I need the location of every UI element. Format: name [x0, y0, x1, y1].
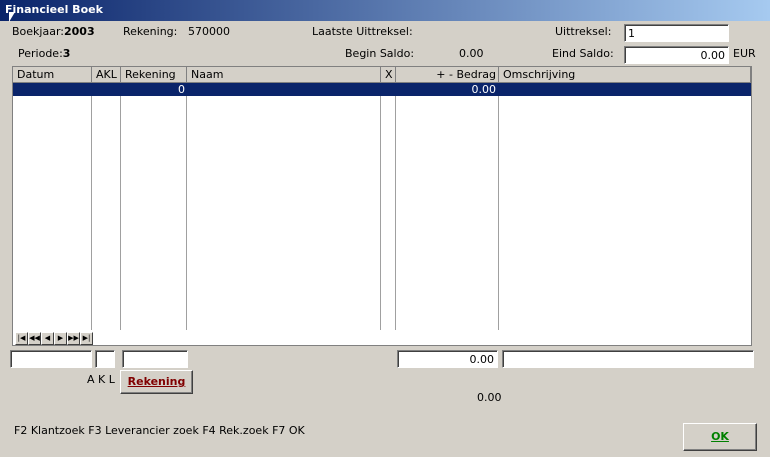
column-header-omschrijving[interactable]: Omschrijving [499, 67, 751, 83]
column-x [381, 83, 396, 330]
boekjaar-row: Boekjaar:2003 [12, 25, 95, 38]
akl-label: A K L [87, 373, 115, 386]
begin-saldo-label: Begin Saldo: [345, 47, 415, 60]
column-header-bedrag[interactable]: + - Bedrag [396, 67, 499, 83]
column-header-x[interactable]: X [381, 67, 396, 83]
rekening-text[interactable] [123, 351, 187, 367]
begin-saldo-value: 0.00 [459, 47, 484, 60]
omschrijving-input[interactable] [502, 350, 754, 368]
rekening-label: Rekening: [123, 25, 178, 38]
boekjaar-value: 2003 [64, 25, 95, 38]
row-bedrag: 0.00 [471, 83, 497, 96]
column-header-rekening[interactable]: Rekening [121, 67, 187, 83]
periode-value: 3 [62, 47, 71, 60]
uittreksel-input[interactable] [625, 25, 728, 41]
akl-text[interactable] [96, 351, 114, 367]
eind-saldo-input[interactable] [625, 47, 728, 63]
datum-text[interactable] [11, 351, 91, 367]
bedrag-text[interactable] [398, 351, 497, 367]
rekening-value: 570000 [188, 25, 230, 38]
table-row[interactable]: 0 0.00 [13, 83, 751, 96]
column-header-datum[interactable]: Datum [13, 67, 92, 83]
column-naam [187, 83, 381, 330]
datum-input[interactable] [10, 350, 92, 368]
omschrijving-text[interactable] [503, 351, 753, 367]
cursor-icon [9, 12, 15, 22]
window-title: Financieel Boek [5, 3, 103, 16]
bedrag-input[interactable] [397, 350, 498, 368]
last-record-button[interactable]: ▶| [80, 332, 93, 345]
column-datum [13, 83, 92, 330]
prev-page-button[interactable]: ◀◀ [28, 332, 41, 345]
title-bar[interactable] [0, 0, 770, 21]
next-record-button[interactable]: ▶ [54, 332, 67, 345]
rekening-input[interactable] [122, 350, 188, 368]
row-rekening: 0 [178, 83, 185, 96]
column-header-akl[interactable]: AKL [92, 67, 121, 83]
first-record-button[interactable]: |◀ [15, 332, 28, 345]
transactions-grid[interactable]: Datum AKL Rekening Naam X + - Bedrag Oms… [12, 66, 752, 346]
prev-record-button[interactable]: ◀ [41, 332, 54, 345]
eind-saldo-label: Eind Saldo: [552, 47, 614, 60]
uittreksel-field[interactable] [624, 24, 729, 42]
column-rekening [121, 83, 187, 330]
akl-input[interactable] [95, 350, 115, 368]
boekjaar-label: Boekjaar: [12, 25, 64, 38]
periode-label: Periode: [18, 47, 63, 60]
eind-saldo-field[interactable] [624, 46, 729, 64]
laatste-uittreksel-label: Laatste Uittreksel: [312, 25, 413, 38]
record-navigator: |◀ ◀◀ ◀ ▶ ▶▶ ▶| [15, 332, 93, 345]
total-value: 0.00 [477, 391, 502, 404]
ok-button[interactable]: OK [683, 423, 757, 451]
periode-row: Periode:3 [18, 47, 70, 60]
column-akl [92, 83, 121, 330]
uittreksel-label: Uittreksel: [555, 25, 612, 38]
next-page-button[interactable]: ▶▶ [67, 332, 80, 345]
rekening-button[interactable]: Rekening [120, 370, 193, 394]
column-header-naam[interactable]: Naam [187, 67, 381, 83]
shortcut-hints: F2 Klantzoek F3 Leverancier zoek F4 Rek.… [14, 424, 305, 437]
currency-label: EUR [733, 47, 756, 60]
column-bedrag [396, 83, 499, 330]
